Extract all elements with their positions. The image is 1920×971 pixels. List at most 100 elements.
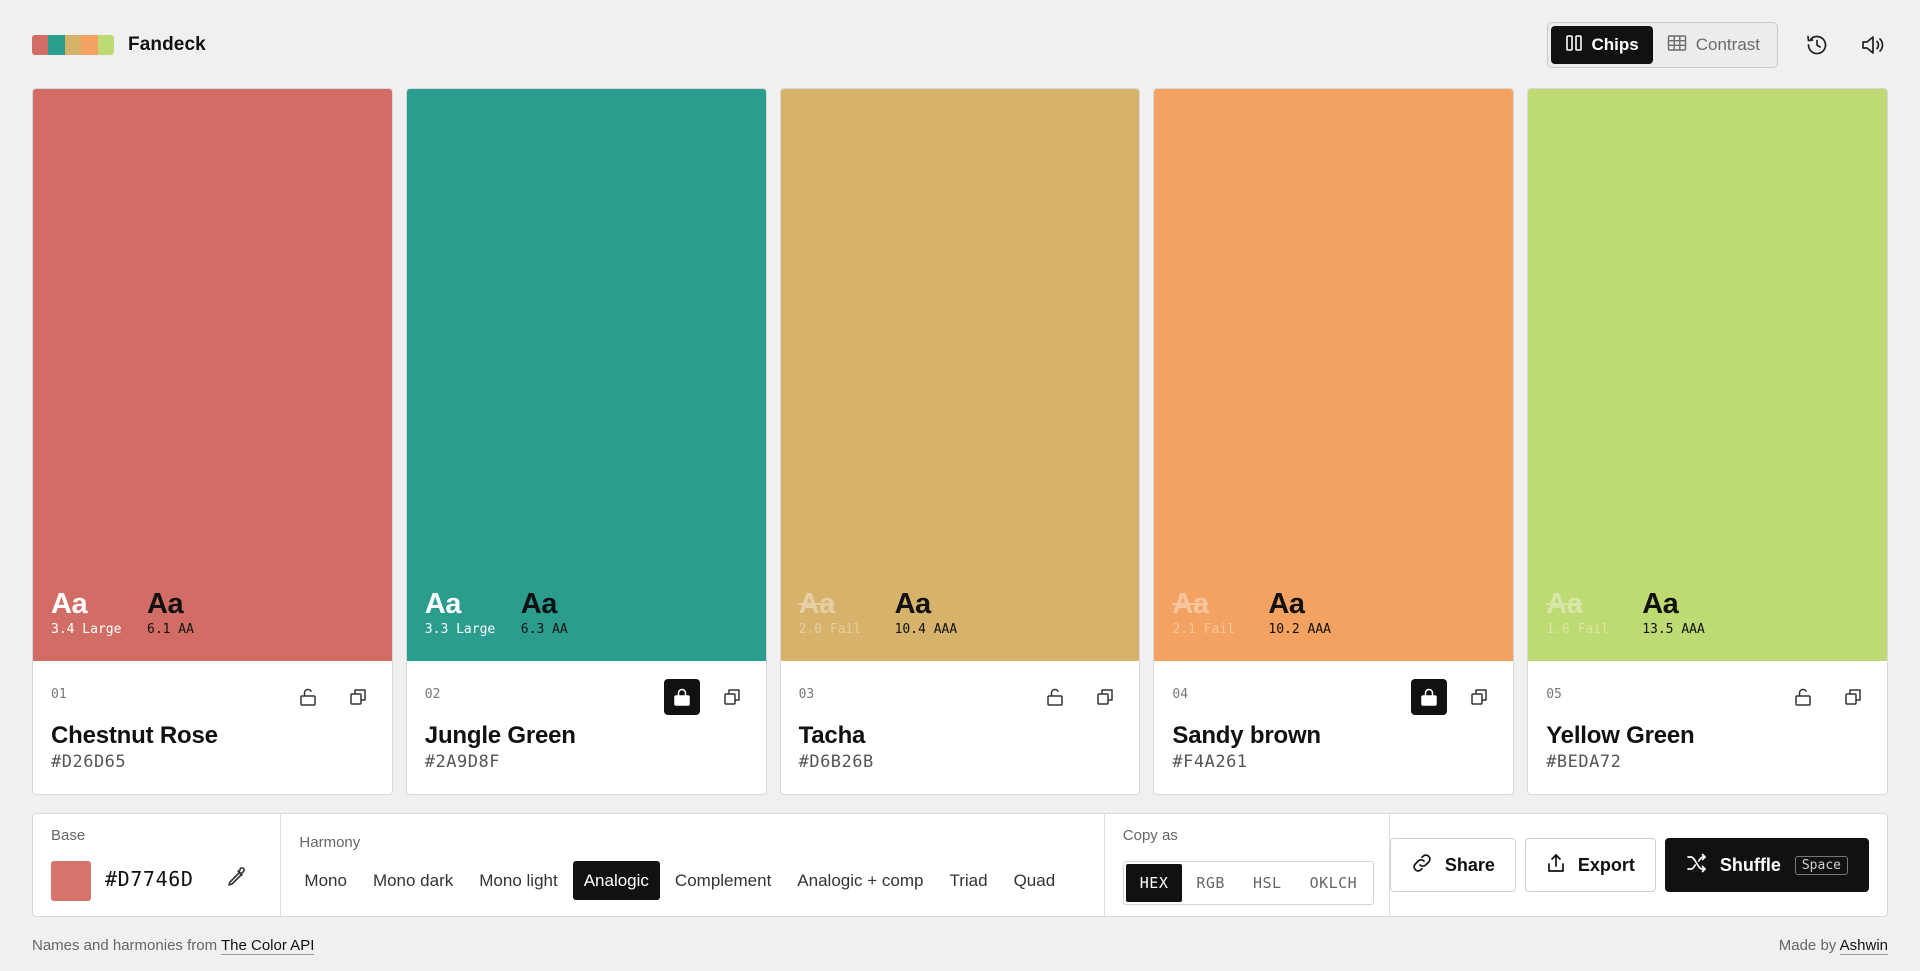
speaker-icon[interactable] [1858, 30, 1888, 60]
color-swatch[interactable]: Aa 2.0 Fail Aa 10.4 AAA [780, 89, 1140, 661]
header-controls: Chips Contrast [1546, 22, 1888, 68]
color-name: Sandy brown [1172, 722, 1321, 749]
copy-icon[interactable] [1835, 679, 1871, 715]
card-info: 01 Chestnut Rose #D26D65 [33, 661, 392, 794]
contrast-sample-black: Aa 13.5 AAA [1642, 589, 1720, 639]
base-hex-input[interactable]: #D7746D [105, 867, 194, 891]
color-name: Tacha [798, 722, 866, 749]
color-hex[interactable]: #F4A261 [1172, 752, 1495, 772]
export-label: Export [1577, 854, 1635, 875]
color-hex[interactable]: #BEDA72 [1546, 752, 1869, 772]
color-name: Yellow Green [1546, 722, 1695, 749]
app-name: Fandeck [128, 34, 206, 55]
color-swatch[interactable]: Aa 2.1 Fail Aa 10.2 AAA [1154, 89, 1514, 661]
footer: Names and harmonies from The Color API M… [32, 937, 1888, 955]
footer-credit-text: Names and harmonies from [32, 937, 218, 954]
copy-icon[interactable] [1087, 679, 1123, 715]
color-swatch[interactable]: Aa 1.6 Fail Aa 13.5 AAA [1528, 89, 1887, 661]
lock-closed-icon[interactable] [1411, 679, 1448, 715]
harmony-section: Harmony Mono Mono dark Mono light Analogic C… [281, 814, 1105, 916]
contrast-aa-text: Aa [147, 588, 184, 620]
logo-stripe [32, 35, 49, 55]
copy-format-option[interactable]: RGB [1182, 864, 1239, 902]
base-color-swatch[interactable] [51, 861, 91, 901]
color-swatch[interactable]: Aa 3.4 Large Aa 6.1 AA [33, 89, 392, 661]
copy-format-option[interactable]: HEX [1125, 864, 1183, 902]
contrast-aa-text: Aa [424, 588, 462, 620]
card-actions [1411, 679, 1497, 715]
logo-stripe [64, 35, 82, 55]
shuffle-icon [1686, 853, 1708, 878]
lock-open-icon[interactable] [290, 679, 326, 715]
copy-icon[interactable] [340, 679, 376, 715]
harmony-option[interactable]: Analogic + comp [786, 861, 934, 900]
view-chips-label: Chips [1591, 35, 1639, 54]
logo-stripe [97, 35, 114, 55]
shuffle-label: Shuffle [1719, 854, 1781, 875]
contrast-aa-text: Aa [1642, 588, 1679, 620]
table-icon [1667, 34, 1687, 57]
contrast-aa-text: Aa [520, 588, 558, 620]
footer-author: Made by Ashwin [1778, 937, 1888, 955]
contrast-preview: Aa 2.1 Fail Aa 10.2 AAA [1172, 589, 1346, 639]
card-actions [290, 679, 376, 715]
contrast-ratio: 3.4 Large [51, 622, 122, 637]
contrast-preview: Aa 3.3 Large Aa 6.3 AA [425, 589, 599, 639]
harmony-option[interactable]: Mono light [468, 861, 568, 900]
contrast-ratio: 2.0 Fail [798, 622, 862, 637]
card-actions [1785, 679, 1871, 715]
harmony-option[interactable]: Quad [1003, 861, 1067, 900]
copy-icon[interactable] [714, 679, 750, 715]
copy-format-option[interactable]: HSL [1239, 864, 1296, 902]
card-info: 05 Yellow Green #BEDA72 [1528, 661, 1887, 794]
lock-open-icon[interactable] [1037, 679, 1073, 715]
contrast-sample-white: Aa 2.1 Fail [1172, 589, 1250, 639]
color-hex[interactable]: #D6B26B [799, 752, 1122, 772]
contrast-sample-white: Aa 3.3 Large [425, 589, 503, 639]
color-card: Aa 2.0 Fail Aa 10.4 AAA 03 Tacha #D6B26B [779, 88, 1141, 795]
color-cards: Aa 3.4 Large Aa 6.1 AA 01 Chestnut Rose #D26D6… [32, 88, 1888, 795]
shuffle-shortcut-badge: Space [1794, 855, 1848, 875]
copy-format-option[interactable]: OKLCH [1296, 864, 1372, 902]
shuffle-button[interactable]: Shuffle Space [1664, 838, 1869, 892]
color-hex[interactable]: #2A9D8F [425, 752, 748, 772]
color-hex[interactable]: #D26D65 [51, 752, 374, 772]
share-label: Share [1444, 854, 1495, 875]
harmony-option[interactable]: Triad [938, 861, 998, 900]
contrast-ratio: 10.4 AAA [894, 622, 958, 637]
share-button[interactable]: Share [1389, 838, 1516, 892]
card-info: 04 Sandy brown #F4A261 [1154, 661, 1513, 794]
contrast-preview: Aa 1.6 Fail Aa 13.5 AAA [1546, 589, 1720, 639]
export-button[interactable]: Export [1524, 838, 1656, 892]
lock-closed-icon[interactable] [663, 679, 700, 715]
actions-section: Share Export Shuffle Space [1389, 814, 1887, 916]
contrast-ratio: 2.1 Fail [1172, 622, 1236, 637]
lock-open-icon[interactable] [1785, 679, 1821, 715]
contrast-preview: Aa 2.0 Fail Aa 10.4 AAA [799, 589, 973, 639]
contrast-sample-black: Aa 6.3 AA [521, 589, 599, 639]
contrast-aa-text: Aa [51, 588, 88, 620]
harmony-option[interactable]: Analogic [572, 861, 660, 900]
author-link[interactable]: Ashwin [1839, 937, 1888, 955]
contrast-preview: Aa 3.4 Large Aa 6.1 AA [51, 589, 225, 639]
app-logo [32, 35, 114, 55]
copy-as-section: Copy as HEX RGB HSL OKLCH [1105, 814, 1390, 916]
history-icon[interactable] [1802, 30, 1832, 60]
color-name: Chestnut Rose [51, 722, 218, 749]
contrast-aa-text: Aa [798, 588, 836, 620]
color-swatch[interactable]: Aa 3.3 Large Aa 6.3 AA [406, 89, 766, 661]
contrast-ratio: 3.3 Large [424, 622, 496, 637]
harmony-option[interactable]: Mono dark [362, 861, 464, 900]
eyedropper-icon[interactable] [225, 866, 247, 893]
view-chips-button[interactable]: Chips [1550, 26, 1653, 64]
color-api-link[interactable]: The Color API [220, 937, 315, 955]
copy-icon[interactable] [1461, 679, 1497, 715]
footer-author-text: Made by [1778, 937, 1837, 954]
harmony-option[interactable]: Complement [664, 861, 782, 900]
card-actions [663, 679, 750, 715]
view-contrast-button[interactable]: Contrast [1653, 26, 1774, 64]
logo-stripe [48, 35, 65, 55]
link-icon [1411, 852, 1433, 879]
color-card: Aa 3.4 Large Aa 6.1 AA 01 Chestnut Rose #D26D6… [32, 88, 393, 795]
harmony-option[interactable]: Mono [293, 861, 358, 900]
